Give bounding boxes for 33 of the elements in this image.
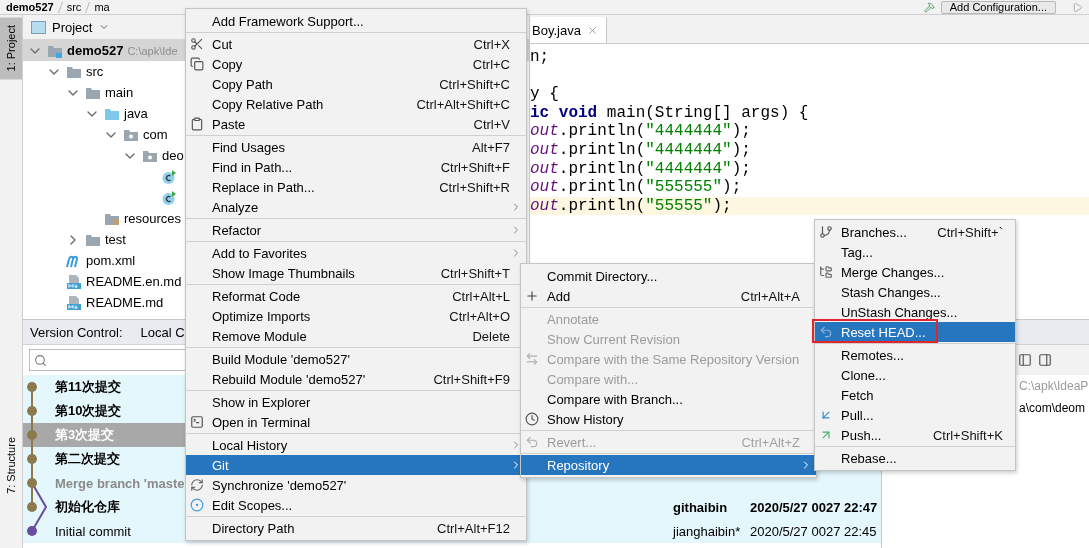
panel-title: Version Control: bbox=[30, 324, 123, 340]
code-line: out.println("555555"); bbox=[530, 178, 743, 197]
tree-label: test bbox=[105, 232, 126, 247]
tree-label: deo bbox=[162, 148, 184, 163]
code-line: out.println("4444444"); bbox=[530, 122, 752, 141]
commit-message: 第11次提交 bbox=[55, 378, 121, 396]
code-line: n; bbox=[530, 48, 551, 67]
commit-message: 第二次提交 bbox=[55, 450, 120, 468]
file-path: C:\apk\IdeaP bbox=[1018, 378, 1089, 395]
tree-label: java bbox=[124, 106, 148, 121]
tree-label: demo527 bbox=[67, 43, 124, 58]
module-path: C:\apk\Ide bbox=[127, 44, 178, 57]
tree-label: main bbox=[105, 85, 134, 100]
tree-label: pom.xml bbox=[86, 253, 136, 268]
code-line: out.println("4444444"); bbox=[530, 159, 752, 179]
tree-label: resources bbox=[124, 211, 182, 226]
file-path: a\com\deom bbox=[1018, 400, 1087, 417]
commit-message: 初始化仓库 bbox=[55, 498, 120, 516]
commit-author: jianghaibin* bbox=[673, 523, 742, 539]
code-line: out.println("4444444"); bbox=[530, 140, 752, 160]
code-line: y { bbox=[530, 84, 560, 104]
tree-label: README.en.md bbox=[86, 274, 182, 289]
tree-label: com bbox=[143, 127, 168, 142]
commit-message: 第3次提交 bbox=[55, 426, 115, 444]
tree-label: README.md bbox=[86, 295, 164, 310]
commit-date: 2020/5/27 0027 22:45 bbox=[750, 523, 878, 539]
commit-message: Initial commit bbox=[55, 523, 131, 539]
commit-date: 2020/5/27 0027 22:47 bbox=[750, 499, 879, 515]
commit-message: Merge branch 'maste bbox=[55, 475, 185, 491]
commit-author: githaibin bbox=[673, 499, 729, 515]
commit-message: 第10次提交 bbox=[55, 402, 122, 420]
tree-label: src bbox=[86, 64, 104, 79]
code-line: ic void main(String[] args) { bbox=[530, 103, 810, 123]
